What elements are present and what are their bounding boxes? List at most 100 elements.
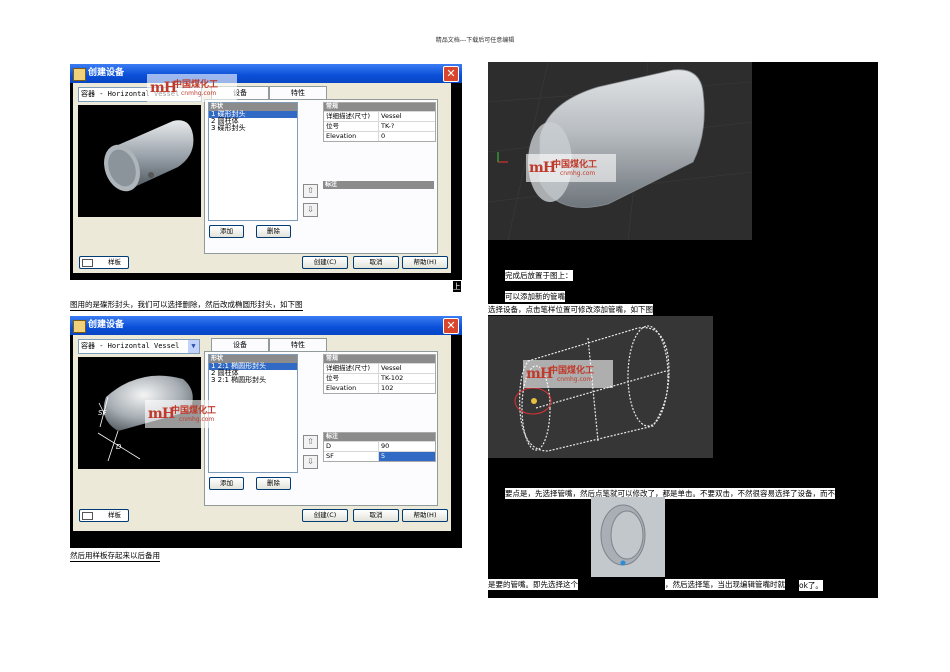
nozzle-edit-render: mH 中国煤化工 cnmhg.com (488, 316, 713, 458)
sample-button[interactable]: 样板 (79, 509, 129, 522)
app-icon (73, 320, 86, 333)
vessel-3d-image (488, 62, 752, 240)
camera-icon (82, 259, 93, 267)
general-header: 常规 (324, 103, 435, 111)
tab-equipment[interactable]: 设备 (211, 338, 269, 352)
move-down-button[interactable]: ⇩ (303, 203, 318, 217)
watermark-url: cnmhg.com (179, 416, 215, 423)
watermark: mH 中国煤化工 cnmhg.com (145, 400, 235, 428)
move-up-button[interactable]: ⇧ (303, 184, 318, 198)
watermark: mH 中国煤化工 cnmhg.com (526, 154, 616, 182)
property-key: 位号 (324, 374, 379, 383)
caption-r3: 选择设备，点击笔样位置可修改添加管嘴，如下图 (488, 304, 653, 315)
create-equipment-dialog-1: 创建设备 ✕ 容器 - Horizontal Vessel 设备 特性 形状 1… (70, 64, 462, 280)
watermark-name: 中国煤化工 (552, 160, 598, 170)
dialog-title: 创建设备 (88, 68, 125, 78)
watermark: mH 中国煤化工 cnmhg.com (147, 74, 237, 102)
create-button[interactable]: 创建(C) (302, 509, 348, 522)
caption-r5c: ok了。 (798, 579, 824, 592)
property-value[interactable]: 5 (379, 452, 435, 461)
sample-label: 样板 (108, 258, 121, 266)
caption-r2: 可以添加新的管嘴 (505, 291, 565, 302)
close-button[interactable]: ✕ (443, 66, 459, 82)
list-item[interactable]: 3 2:1 椭圆形封头 (209, 377, 297, 384)
nozzle-closeup-image (591, 497, 665, 577)
property-key: Elevation (324, 132, 379, 141)
watermark-url: cnmhg.com (560, 170, 596, 177)
property-row: 位号 TK-102 (324, 373, 435, 383)
tab-panel: 形状 1 碟形封头 2 圆柱体 3 碟形封头 常规 详细描述(尺寸) Vessel… (204, 99, 438, 254)
size-header: 标注 (324, 433, 435, 441)
general-header: 常规 (324, 355, 435, 363)
property-key: 详细描述(尺寸) (324, 112, 379, 121)
add-button[interactable]: 添加 (209, 477, 244, 490)
delete-button[interactable]: 删除 (256, 225, 291, 238)
caption-up: 上 (453, 281, 461, 292)
property-value[interactable]: 90 (379, 442, 435, 451)
property-value[interactable]: TK-? (379, 122, 435, 131)
property-value[interactable]: Vessel (379, 112, 435, 121)
general-properties: 常规 详细描述(尺寸) Vessel 位号 TK-102 Elevation 102 (323, 354, 436, 394)
dialog-title: 创建设备 (88, 320, 125, 330)
property-key: D (324, 442, 379, 451)
list-item[interactable]: 3 碟形封头 (209, 125, 297, 132)
property-row: SF 5 (324, 451, 435, 461)
vessel-preview-image (104, 120, 194, 192)
caption-2: 然后用样板存起来以后备用 (70, 551, 160, 562)
page-header: 精品文档---下载后可任意编辑 (435, 37, 515, 44)
tab-properties[interactable]: 特性 (269, 338, 327, 352)
watermark: mH 中国煤化工 cnmhg.com (523, 360, 613, 388)
property-key: Elevation (324, 384, 379, 393)
property-row: 位号 TK-? (324, 121, 435, 131)
equipment-type-combo[interactable]: 容器 - Horizontal Vessel ▼ (78, 339, 200, 354)
property-key: 位号 (324, 122, 379, 131)
watermark-name: 中国煤化工 (549, 366, 595, 376)
property-row: D 90 (324, 441, 435, 451)
caption-r5a: 是要的管嘴。即先选择这个 (488, 579, 578, 590)
close-button[interactable]: ✕ (443, 318, 459, 334)
combo-value: 容器 - Horizontal Vessel (81, 342, 180, 350)
add-button[interactable]: 添加 (209, 225, 244, 238)
watermark-name: 中国煤化工 (171, 406, 217, 416)
svg-text:D: D (116, 443, 122, 451)
property-key: SF (324, 452, 379, 461)
dialog-titlebar[interactable]: 创建设备 ✕ (70, 316, 462, 335)
svg-text:SF: SF (98, 409, 107, 417)
help-button[interactable]: 帮助(H) (402, 256, 448, 269)
nozzle-closeup-render (591, 497, 665, 577)
caption-r1: 完成后放置于图上： (505, 270, 573, 281)
general-properties: 常规 详细描述(尺寸) Vessel 位号 TK-? Elevation 0 (323, 102, 436, 142)
placed-vessel-render: mH 中国煤化工 cnmhg.com (488, 62, 752, 240)
equipment-preview (78, 105, 201, 217)
create-equipment-dialog-2: 创建设备 ✕ 容器 - Horizontal Vessel ▼ SF D 设备 (70, 316, 462, 548)
property-value[interactable]: 0 (379, 132, 435, 141)
create-button[interactable]: 创建(C) (302, 256, 348, 269)
property-row: 详细描述(尺寸) Vessel (324, 363, 435, 373)
property-row: Elevation 102 (324, 383, 435, 393)
property-value[interactable]: Vessel (379, 364, 435, 373)
help-button[interactable]: 帮助(H) (402, 509, 448, 522)
cancel-button[interactable]: 取消 (353, 256, 399, 269)
watermark-url: cnmhg.com (557, 376, 593, 383)
watermark-name: 中国煤化工 (173, 80, 219, 90)
caption-r5b: ，然后选择笔，当出现编辑管嘴时就 (665, 579, 785, 590)
property-row: 详细描述(尺寸) Vessel (324, 111, 435, 121)
move-down-button[interactable]: ⇩ (303, 455, 318, 469)
delete-button[interactable]: 删除 (256, 477, 291, 490)
move-up-button[interactable]: ⇧ (303, 435, 318, 449)
property-value[interactable]: TK-102 (379, 374, 435, 383)
tab-properties[interactable]: 特性 (269, 86, 327, 100)
cancel-button[interactable]: 取消 (353, 509, 399, 522)
camera-icon (82, 512, 93, 520)
size-properties: 标注 (323, 181, 434, 251)
tab-panel: 形状 1 2:1 椭圆形封头 2 圆柱体 3 2:1 椭圆形封头 常规 详细描述… (204, 351, 438, 506)
watermark-url: cnmhg.com (181, 90, 217, 97)
chevron-down-icon[interactable]: ▼ (188, 340, 199, 353)
size-properties: 标注 D 90 SF 5 (323, 432, 436, 462)
shape-list[interactable]: 形状 1 碟形封头 2 圆柱体 3 碟形封头 (208, 102, 298, 221)
sample-label: 样板 (108, 511, 121, 519)
sample-button[interactable]: 样板 (79, 256, 129, 269)
dialog-titlebar[interactable]: 创建设备 ✕ (70, 64, 462, 83)
property-value[interactable]: 102 (379, 384, 435, 393)
app-icon (73, 68, 86, 81)
